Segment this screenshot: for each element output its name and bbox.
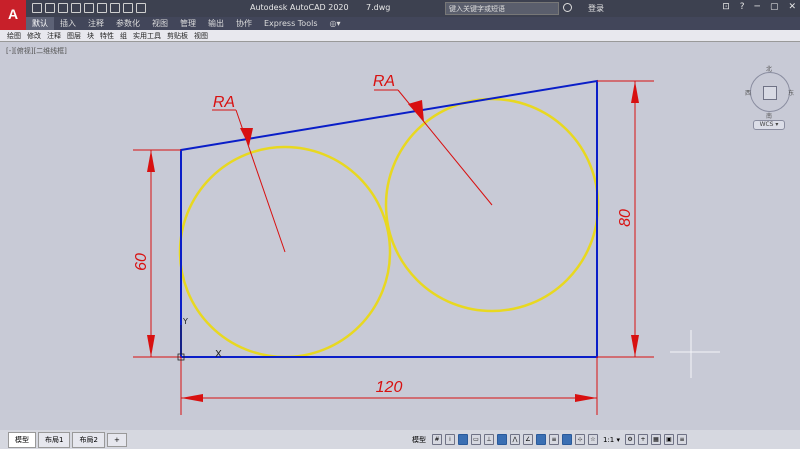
ucs-x-label: X (215, 349, 222, 360)
snap-icon[interactable]: ⁞ (445, 434, 455, 445)
annotation-monitor-icon[interactable]: + (638, 434, 649, 445)
ribbon-tab[interactable]: 默认 (26, 17, 54, 30)
isodraft-icon[interactable]: ⋀ (510, 434, 520, 445)
ribbon-panel[interactable]: 修改 (24, 30, 44, 41)
status-bar: 模型 # ⁞ ▭ ⊥ ⋀ ∠ ≡ ⊹ ☆ 1:1 ▾ ⚙ + ▦ ▣ ≡ (400, 430, 800, 449)
ribbon-panel[interactable]: 图层 (64, 30, 84, 41)
autocad-window: Autodesk AutoCAD 2020 7.dwg 键入关键字或短语 登录 … (0, 0, 800, 449)
dynamic-input-icon[interactable]: ▭ (471, 434, 481, 445)
units-icon[interactable]: ▦ (651, 434, 662, 445)
outline-quadrilateral[interactable] (180, 79, 598, 358)
binoculars-search-icon[interactable] (563, 3, 572, 12)
polar-tracking-icon[interactable] (497, 434, 507, 445)
ribbon-panel[interactable]: 实用工具 (130, 30, 164, 41)
ribbon-tab[interactable]: 输出 (202, 17, 230, 30)
annotation-visibility-icon[interactable]: ☆ (588, 434, 598, 445)
ortho-icon[interactable]: ⊥ (484, 434, 494, 445)
dimension-bottom-text: 120 (376, 379, 403, 396)
radius-label-right: RA (373, 73, 395, 90)
application-menu-button[interactable]: A (0, 0, 26, 30)
layout-tabs: 模型 布局1 布局2 + (0, 430, 400, 449)
selection-cycling-icon[interactable]: ⊹ (575, 434, 585, 445)
minimize-icon[interactable]: ─ (755, 2, 760, 12)
file-title: 7.dwg (366, 3, 391, 12)
save-as-icon[interactable] (71, 3, 81, 13)
annotation-scale[interactable]: 1:1 ▾ (603, 436, 620, 444)
ribbon-panel[interactable]: 注释 (44, 30, 64, 41)
compass-north[interactable]: 北 (766, 64, 772, 73)
ucs-y-label: Y (182, 317, 188, 326)
search-input[interactable]: 键入关键字或短语 (445, 2, 559, 15)
ribbon-tab[interactable]: 注释 (82, 17, 110, 30)
customize-toolbar-icon[interactable] (136, 3, 146, 13)
model-space-button[interactable]: 模型 (412, 435, 426, 445)
title-bar: Autodesk AutoCAD 2020 7.dwg 键入关键字或短语 登录 … (0, 0, 800, 17)
dimension-right-text: 80 (617, 209, 634, 227)
viewcube-top-face[interactable] (763, 86, 777, 100)
wcs-menu-button[interactable]: WCS ▾ (753, 120, 785, 130)
close-icon[interactable]: ✕ (788, 2, 796, 12)
undo-icon[interactable] (110, 3, 120, 13)
ribbon-tabs: 默认 插入 注释 参数化 视图 管理 输出 协作 Express Tools ◎▾ (26, 17, 800, 30)
ribbon-tab[interactable]: 管理 (174, 17, 202, 30)
app-title: Autodesk AutoCAD 2020 (250, 3, 349, 12)
ribbon-panel[interactable]: 绘图 (4, 30, 24, 41)
drawing-canvas[interactable]: [-][俯视][二维线框] 60 80 120 RA RA Y X 北 南 西 … (0, 42, 800, 430)
ribbon-tab[interactable]: 视图 (146, 17, 174, 30)
login-button[interactable]: 登录 (588, 3, 604, 14)
ribbon-panel[interactable]: 组 (117, 30, 130, 41)
ribbon-tab[interactable]: Express Tools (258, 17, 324, 30)
ribbon-tab[interactable]: ◎▾ (324, 17, 347, 30)
crosshair-cursor (670, 330, 720, 378)
window-controls: ⊡ ? ─ ▢ ✕ (722, 2, 796, 12)
layout-tab[interactable]: 模型 (8, 431, 36, 448)
print-icon[interactable] (97, 3, 107, 13)
new-file-icon[interactable] (32, 3, 42, 13)
ribbon-panel[interactable]: 块 (84, 30, 97, 41)
ribbon-tab[interactable]: 参数化 (110, 17, 146, 30)
layout-tab[interactable]: 布局1 (38, 431, 71, 448)
drawing-svg: 60 80 120 RA RA Y X (133, 73, 720, 415)
radius-leader-left[interactable] (212, 109, 286, 253)
maximize-icon[interactable]: ▢ (770, 2, 779, 12)
add-layout-button[interactable]: + (106, 432, 127, 447)
ribbon-panel[interactable]: 视图 (191, 30, 211, 41)
customize-status-bar-icon[interactable]: ≡ (677, 434, 688, 445)
ribbon-panel[interactable]: 剪贴板 (164, 30, 191, 41)
workspace-gear-icon[interactable]: ⚙ (625, 434, 636, 445)
radius-label-left: RA (213, 94, 235, 111)
help-icon[interactable]: ? (740, 2, 745, 12)
ribbon-panel-strip: 绘图 修改 注释 图层块特性组实用工具 剪贴板 视图 (0, 30, 800, 42)
quick-access-toolbar (32, 3, 146, 13)
grid-icon[interactable]: # (432, 434, 442, 445)
ribbon-tab[interactable]: 插入 (54, 17, 82, 30)
compass-south[interactable]: 南 (766, 111, 772, 120)
compass-west[interactable]: 西 (745, 88, 751, 97)
save-icon[interactable] (58, 3, 68, 13)
object-snap-tracking-icon[interactable]: ∠ (523, 434, 533, 445)
ribbon-tab[interactable]: 协作 (230, 17, 258, 30)
layout-tab[interactable]: 布局2 (72, 431, 105, 448)
infer-constraints-icon[interactable] (458, 434, 468, 445)
object-snap-icon[interactable] (536, 434, 546, 445)
redo-icon[interactable] (123, 3, 133, 13)
transparency-icon[interactable] (562, 434, 572, 445)
compass-east[interactable]: 东 (788, 88, 794, 97)
web-mobile-icon[interactable] (84, 3, 94, 13)
dimension-left-text: 60 (133, 253, 150, 271)
cart-icon[interactable]: ⊡ (722, 2, 730, 12)
open-file-icon[interactable] (45, 3, 55, 13)
viewcube[interactable]: 北 南 西 东 WCS ▾ (745, 64, 795, 154)
ribbon-panel[interactable]: 特性 (97, 30, 117, 41)
lineweight-icon[interactable]: ≡ (549, 434, 559, 445)
quick-properties-icon[interactable]: ▣ (664, 434, 675, 445)
